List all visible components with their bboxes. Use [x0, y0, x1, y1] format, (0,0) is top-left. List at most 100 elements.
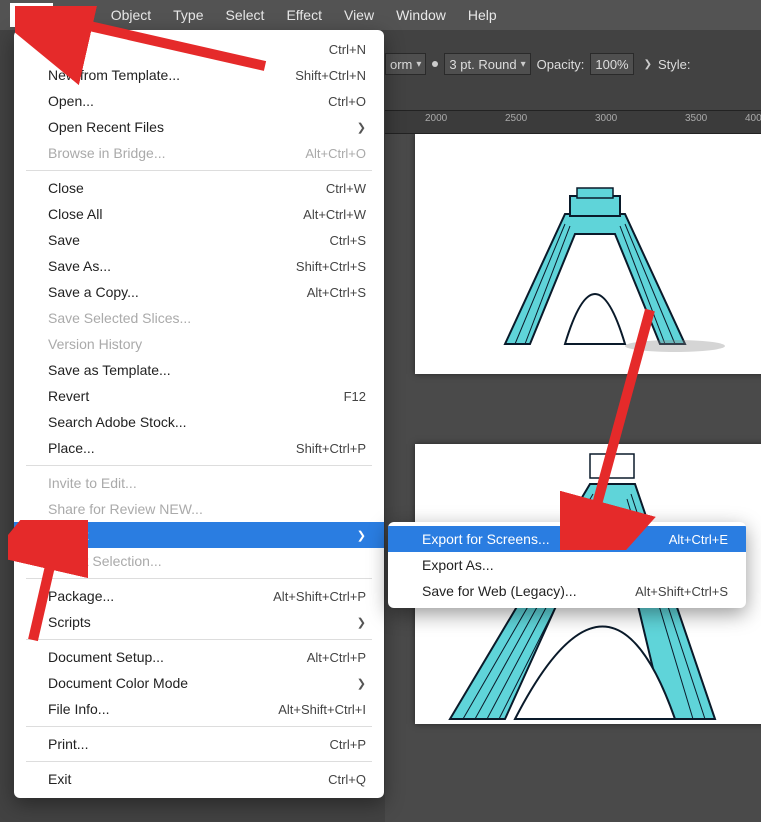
file-menu-item-scripts[interactable]: Scripts ❯	[14, 609, 384, 635]
menu-item-label: Invite to Edit...	[48, 475, 137, 491]
file-menu-item-file-info[interactable]: File Info... Alt+Shift+Ctrl+I	[14, 696, 384, 722]
menu-item-label: New from Template...	[48, 67, 180, 83]
menu-item-label: Save	[48, 232, 80, 248]
file-menu-item-search-adobe-stock[interactable]: Search Adobe Stock...	[14, 409, 384, 435]
file-menu-item-package[interactable]: Package... Alt+Shift+Ctrl+P	[14, 583, 384, 609]
menu-item-shortcut: Ctrl+Q	[328, 772, 366, 787]
export-submenu: Export for Screens... Alt+Ctrl+E Export As…	[388, 522, 746, 608]
chevron-down-icon: ▾	[521, 59, 526, 70]
transform-dropdown[interactable]: orm ▾	[385, 53, 426, 75]
menu-effect[interactable]: Effect	[276, 3, 332, 27]
menu-item-label: Search Adobe Stock...	[48, 414, 187, 430]
menu-item-label: Share for Review NEW...	[48, 501, 203, 517]
file-menu-item-export-selection: Export Selection...	[14, 548, 384, 574]
stroke-profile-label: 3 pt. Round	[449, 57, 516, 72]
menu-item-shortcut: Shift+Ctrl+S	[296, 259, 366, 274]
file-menu-item-place[interactable]: Place...Shift+Ctrl+P	[14, 435, 384, 461]
file-menu-item-print[interactable]: Print...Ctrl+P	[14, 731, 384, 757]
file-menu-item-document-color-mode[interactable]: Document Color Mode ❯	[14, 670, 384, 696]
menu-item-shortcut: Alt+Shift+Ctrl+S	[635, 584, 728, 599]
file-menu-item-save[interactable]: Save Ctrl+S	[14, 227, 384, 253]
file-menu-item-save-a-copy[interactable]: Save a Copy... Alt+Ctrl+S	[14, 279, 384, 305]
menu-item-shortcut: Alt+Ctrl+P	[307, 650, 366, 665]
menu-item-label: Exit	[48, 771, 71, 787]
menu-help[interactable]: Help	[458, 3, 507, 27]
menu-item-shortcut: Alt+Shift+Ctrl+I	[278, 702, 366, 717]
menu-item-label: Export for Screens...	[422, 531, 550, 547]
menu-item-label: Version History	[48, 336, 142, 352]
opacity-input[interactable]: 100%	[590, 53, 633, 75]
export-menu-item-export-for-screens[interactable]: Export for Screens... Alt+Ctrl+E	[388, 526, 746, 552]
menu-item-shortcut: Shift+Ctrl+N	[295, 68, 366, 83]
transform-label: orm	[390, 57, 412, 72]
menubar: File Edit Object Type Select Effect View…	[0, 0, 761, 30]
menu-item-label: Package...	[48, 588, 114, 604]
menu-separator	[26, 639, 372, 640]
file-menu-item-open-recent-files[interactable]: Open Recent Files ❯	[14, 114, 384, 140]
file-menu-item-version-history: Version History	[14, 331, 384, 357]
chevron-right-icon: ❯	[357, 529, 366, 542]
file-menu-item-share-for-review-new: Share for Review NEW...	[14, 496, 384, 522]
menu-file[interactable]: File	[10, 3, 53, 27]
file-menu-item-invite-to-edit: Invite to Edit...	[14, 470, 384, 496]
file-menu-item-new-from-template[interactable]: New from Template... Shift+Ctrl+N	[14, 62, 384, 88]
menu-item-shortcut: Alt+Ctrl+O	[305, 146, 366, 161]
menu-edit[interactable]: Edit	[55, 3, 99, 27]
menu-item-shortcut: Alt+Ctrl+E	[669, 532, 728, 547]
file-menu-item-new[interactable]: New...Ctrl+N	[14, 36, 384, 62]
file-menu-item-open[interactable]: Open... Ctrl+O	[14, 88, 384, 114]
menu-item-label: Document Color Mode	[48, 675, 188, 691]
bullet-icon	[432, 61, 438, 67]
menu-item-shortcut: Shift+Ctrl+P	[296, 441, 366, 456]
menu-item-label: Open Recent Files	[48, 119, 164, 135]
export-menu-item-export-as[interactable]: Export As...	[388, 552, 746, 578]
menu-item-shortcut: Ctrl+O	[328, 94, 366, 109]
menu-item-shortcut: Alt+Ctrl+S	[307, 285, 366, 300]
chevron-right-icon: ❯	[644, 59, 652, 70]
ruler-tick: 3000	[595, 113, 617, 124]
menu-separator	[26, 170, 372, 171]
file-menu-item-save-as-template[interactable]: Save as Template...	[14, 357, 384, 383]
menu-item-label: Save a Copy...	[48, 284, 139, 300]
menu-separator	[26, 726, 372, 727]
file-menu-item-close-all[interactable]: Close AllAlt+Ctrl+W	[14, 201, 384, 227]
stroke-profile-dropdown[interactable]: 3 pt. Round ▾	[444, 53, 530, 75]
menu-item-label: Document Setup...	[48, 649, 164, 665]
menu-separator	[26, 465, 372, 466]
menu-item-shortcut: Ctrl+S	[330, 233, 366, 248]
menu-item-label: Export Selection...	[48, 553, 162, 569]
file-menu-item-revert[interactable]: RevertF12	[14, 383, 384, 409]
menu-item-label: Close	[48, 180, 84, 196]
menu-item-shortcut: Alt+Shift+Ctrl+P	[273, 589, 366, 604]
style-label: Style:	[658, 57, 691, 72]
menu-view[interactable]: View	[334, 3, 384, 27]
menu-object[interactable]: Object	[101, 3, 161, 27]
menu-item-label: Open...	[48, 93, 94, 109]
file-menu-item-close[interactable]: Close Ctrl+W	[14, 175, 384, 201]
export-menu-item-save-for-web-legacy[interactable]: Save for Web (Legacy)...Alt+Shift+Ctrl+S	[388, 578, 746, 604]
options-bar: orm ▾ 3 pt. Round ▾ Opacity: 100% ❯ Styl…	[385, 50, 761, 78]
file-menu-item-document-setup[interactable]: Document Setup... Alt+Ctrl+P	[14, 644, 384, 670]
menu-item-label: Save as Template...	[48, 362, 171, 378]
menu-select[interactable]: Select	[216, 3, 275, 27]
menu-item-label: Close All	[48, 206, 102, 222]
chevron-down-icon: ▾	[416, 59, 421, 70]
menu-type[interactable]: Type	[163, 3, 213, 27]
file-menu-item-exit[interactable]: Exit Ctrl+Q	[14, 766, 384, 792]
menu-item-label: File Info...	[48, 701, 109, 717]
file-menu-item-export[interactable]: Export❯	[14, 522, 384, 548]
chevron-right-icon: ❯	[357, 677, 366, 690]
menu-item-label: Scripts	[48, 614, 91, 630]
artboard-1[interactable]	[415, 134, 761, 374]
canvas[interactable]	[385, 134, 761, 822]
chevron-right-icon: ❯	[357, 121, 366, 134]
menu-window[interactable]: Window	[386, 3, 456, 27]
menu-item-shortcut: Ctrl+W	[326, 181, 366, 196]
chevron-right-icon: ❯	[357, 616, 366, 629]
ruler-tick: 400	[745, 113, 761, 124]
menu-item-shortcut: Ctrl+P	[330, 737, 366, 752]
menu-separator	[26, 578, 372, 579]
file-menu-item-save-as[interactable]: Save As...Shift+Ctrl+S	[14, 253, 384, 279]
menu-item-label: Browse in Bridge...	[48, 145, 166, 161]
menu-item-label: Export As...	[422, 557, 494, 573]
